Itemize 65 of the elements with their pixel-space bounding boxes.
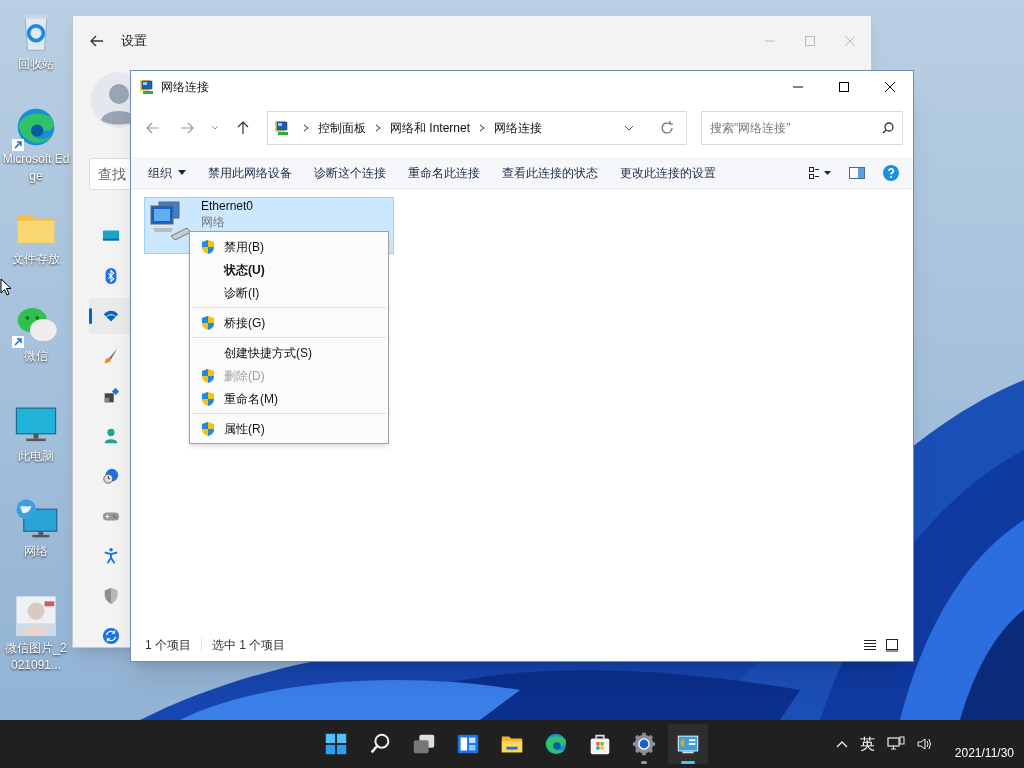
breadcrumb-item[interactable]: 控制面板 bbox=[318, 119, 366, 137]
search-field[interactable]: 查找 bbox=[89, 158, 130, 190]
update-icon bbox=[102, 627, 120, 645]
status-text: 选中 1 个项目 bbox=[212, 637, 286, 654]
menu-item[interactable]: 桥接(G) bbox=[190, 311, 388, 334]
large-icons-view-icon[interactable] bbox=[885, 638, 899, 652]
mouse-cursor-icon bbox=[0, 278, 12, 296]
shield-icon bbox=[200, 420, 216, 437]
close-icon bbox=[885, 82, 895, 92]
address-bar[interactable]: 控制面板 网络和 Internet 网络连接 bbox=[267, 111, 687, 145]
up-arrow-icon[interactable] bbox=[235, 120, 251, 136]
edge-icon bbox=[543, 731, 569, 757]
forward-arrow-icon[interactable] bbox=[179, 120, 195, 136]
toolbar-button[interactable]: 查看此连接的状态 bbox=[491, 158, 609, 187]
refresh-icon[interactable] bbox=[660, 121, 674, 135]
maximize-icon bbox=[839, 82, 849, 92]
start-icon bbox=[323, 731, 349, 757]
search-icon bbox=[882, 122, 894, 134]
search-field[interactable]: 搜索"网络连接" bbox=[701, 111, 903, 145]
shield-icon bbox=[200, 238, 216, 255]
window-title: 网络连接 bbox=[161, 79, 209, 96]
toolbar-button[interactable]: 更改此连接的设置 bbox=[609, 158, 727, 187]
settings-icon bbox=[631, 731, 657, 757]
shield-icon bbox=[200, 390, 216, 407]
status-text: 1 个项目 bbox=[145, 637, 191, 654]
taskbar-app[interactable] bbox=[668, 724, 708, 764]
help-icon[interactable] bbox=[883, 164, 899, 181]
accessibility-icon bbox=[102, 547, 120, 565]
caret-down-icon bbox=[178, 169, 186, 176]
shield-icon bbox=[102, 587, 120, 605]
toolbar-button[interactable]: 禁用此网络设备 bbox=[197, 158, 303, 187]
menu-item[interactable]: 创建快捷方式(S) bbox=[190, 341, 388, 364]
chevron-right-icon bbox=[374, 124, 382, 132]
taskbar-date[interactable]: 2021/11/30 bbox=[954, 744, 1014, 762]
apps-icon bbox=[102, 387, 120, 405]
back-arrow-icon[interactable] bbox=[89, 33, 105, 49]
chevron-right-icon bbox=[302, 124, 310, 132]
chevron-up-icon[interactable] bbox=[835, 740, 848, 748]
network-folder-icon bbox=[139, 79, 155, 95]
menu-item[interactable]: 属性(R) bbox=[190, 417, 388, 440]
shield-icon bbox=[200, 314, 216, 331]
window-title: 设置 bbox=[121, 32, 147, 51]
menu-item[interactable]: 状态(U) bbox=[190, 258, 388, 281]
dropdown-caret-icon[interactable] bbox=[624, 123, 634, 133]
toolbar-button[interactable]: 诊断这个连接 bbox=[303, 158, 397, 187]
item-name: Ethernet0 bbox=[201, 198, 254, 214]
time-icon bbox=[102, 467, 120, 485]
volume-icon[interactable] bbox=[916, 737, 933, 751]
breadcrumb-item[interactable]: 网络连接 bbox=[494, 119, 543, 137]
toolbar-button[interactable]: 组织 bbox=[137, 158, 197, 187]
details-view-icon[interactable] bbox=[863, 639, 877, 651]
input-method-indicator[interactable]: 英 bbox=[859, 732, 875, 756]
preview-pane-icon[interactable] bbox=[849, 166, 865, 179]
chevron-right-icon bbox=[478, 124, 487, 132]
view-options-icon[interactable] bbox=[809, 166, 831, 179]
network-icon[interactable] bbox=[886, 736, 905, 752]
shield-icon bbox=[200, 367, 216, 384]
person-icon bbox=[102, 427, 120, 445]
item-type: 网络 bbox=[201, 214, 226, 230]
breadcrumb-item[interactable]: 网络和 Internet bbox=[390, 119, 471, 137]
toolbar-button[interactable]: 重命名此连接 bbox=[397, 158, 491, 187]
network-folder-icon bbox=[274, 120, 290, 136]
nav-item[interactable] bbox=[89, 298, 133, 334]
menu-item[interactable]: 诊断(I) bbox=[190, 281, 388, 304]
menu-item[interactable]: 重命名(M) bbox=[190, 387, 388, 410]
